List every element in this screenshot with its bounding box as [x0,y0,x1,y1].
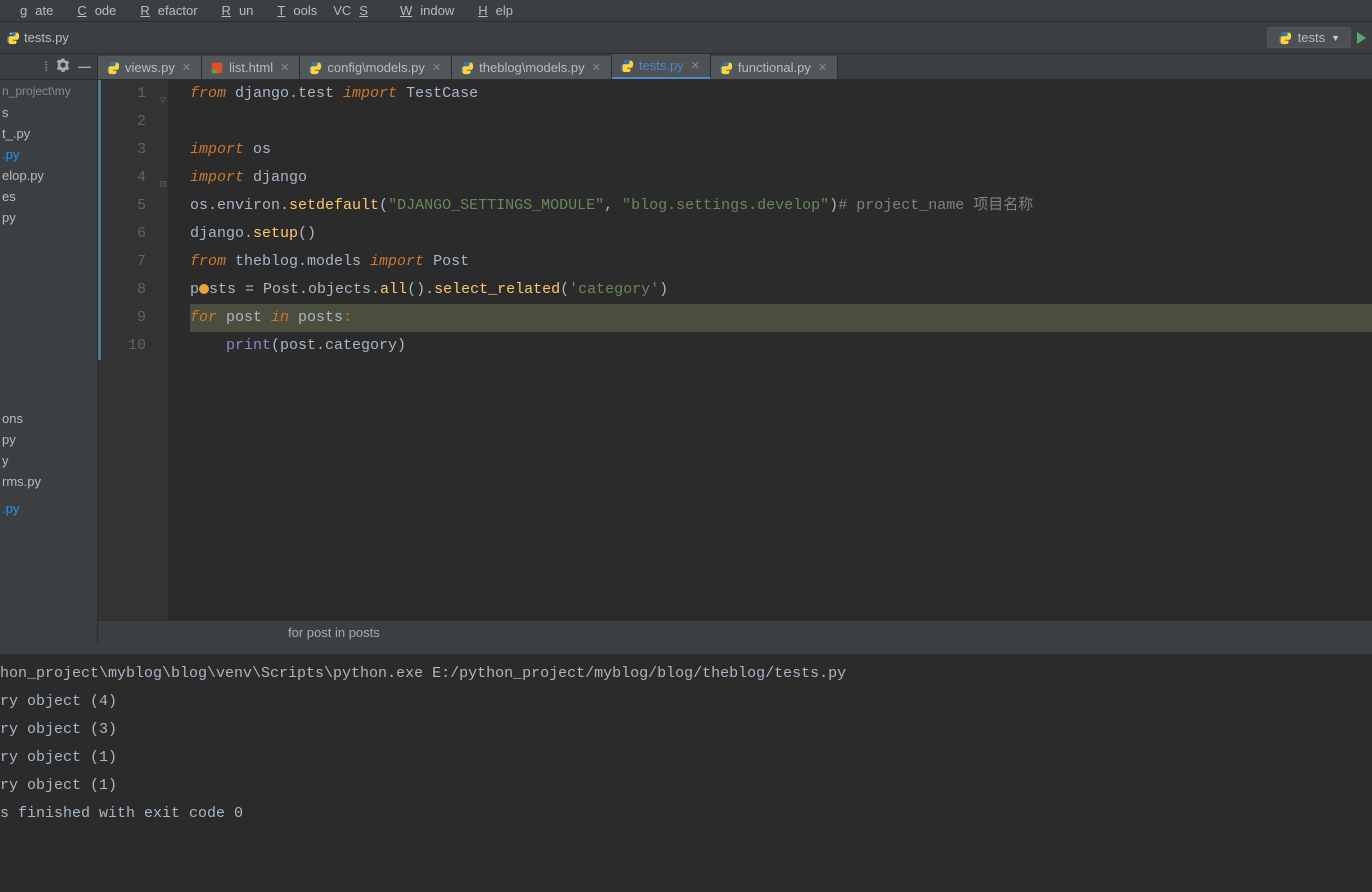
python-file-icon [308,61,322,75]
tab-tests-py[interactable]: tests.py ✕ [612,54,711,79]
code-line[interactable]: from django.test import TestCase [190,80,1372,108]
sidebar-item[interactable]: rms.py [0,471,97,492]
code-line[interactable] [190,108,1372,136]
collapse-icon[interactable]: — [78,59,91,74]
console-line: s finished with exit code 0 [0,800,1372,828]
console-line: ry object (3) [0,716,1372,744]
tab-views-py[interactable]: views.py ✕ [98,56,202,79]
menu-code[interactable]: Code [61,1,124,20]
run-button[interactable] [1357,32,1366,44]
tab-label: functional.py [738,60,811,75]
python-file-icon [620,59,634,73]
tab-label: tests.py [639,58,684,73]
tab-label: list.html [229,60,273,75]
console-line: ry object (1) [0,772,1372,800]
menu-gate[interactable]: gate [4,1,61,20]
sidebar-item[interactable]: ons [0,408,97,429]
code-line[interactable]: django.setup() [190,220,1372,248]
code-line[interactable]: import os [190,136,1372,164]
gutter: 1 ▽ 234 ⊟ 5678910 [98,80,168,620]
python-file-icon [719,61,733,75]
nav-file-name: tests.py [24,30,69,45]
line-number: 4 [98,164,146,192]
code-line[interactable]: for post in posts: [190,304,1372,332]
tab-label: views.py [125,60,175,75]
tab-functional-py[interactable]: functional.py ✕ [711,56,838,79]
line-number: 8 [98,276,146,304]
close-icon[interactable]: ✕ [180,61,193,74]
menu-tools[interactable]: Tools [261,1,325,20]
code-line[interactable]: from theblog.models import Post [190,248,1372,276]
run-config-dropdown[interactable]: tests ▼ [1267,27,1351,48]
python-file-icon [106,61,120,75]
line-number: 10 [98,332,146,360]
python-icon [1278,31,1292,45]
tab-list-html[interactable]: list.html ✕ [202,56,300,79]
code-line[interactable]: import django [190,164,1372,192]
menu-run[interactable]: Run [206,1,262,20]
sidebar-item[interactable]: py [0,429,97,450]
close-icon[interactable]: ✕ [590,61,603,74]
line-number: 5 [98,192,146,220]
fold-icon[interactable]: ▽ [160,88,166,116]
line-number: 3 [98,136,146,164]
sidebar-item[interactable]: elop.py [0,165,97,186]
code-content[interactable]: from django.test import TestCase import o… [168,80,1372,620]
console-line: ry object (4) [0,688,1372,716]
sidebar-item[interactable]: py [0,207,97,228]
line-number: 6 [98,220,146,248]
sidebar-item[interactable]: y [0,450,97,471]
sidebar-item[interactable]: .py [0,498,97,519]
run-config-label: tests [1298,30,1325,45]
line-number: 1 [98,80,146,108]
sidebar-item[interactable]: t_.py [0,123,97,144]
code-line[interactable]: psts = Post.objects.all().select_related… [190,276,1372,304]
chevron-down-icon: ▼ [1331,33,1340,43]
python-file-icon [6,31,20,45]
tab-label: config\models.py [327,60,425,75]
close-icon[interactable]: ✕ [278,61,291,74]
menu-bar: gateCodeRefactorRunToolsVCSWindowHelp [0,0,1372,22]
gear-icon[interactable] [56,58,70,75]
menu-refactor[interactable]: Refactor [124,1,205,20]
close-icon[interactable]: ✕ [816,61,829,74]
close-icon[interactable]: ✕ [689,59,702,72]
project-sidebar: ⁞ — n_project\my st_.py.pyelop.pyespy on… [0,54,98,644]
line-number: 7 [98,248,146,276]
nav-bar: tests.py tests ▼ [0,22,1372,54]
line-number: 9 [98,304,146,332]
code-editor[interactable]: 1 ▽ 234 ⊟ 5678910 from django.test import Te… [98,80,1372,620]
menu-vcs[interactable]: VCS [325,1,384,20]
code-line[interactable]: print(post.category) [190,332,1372,360]
html-file-icon [210,61,224,75]
dots-icon[interactable]: ⁞ [44,59,48,74]
main-area: ⁞ — n_project\my st_.py.pyelop.pyespy on… [0,54,1372,644]
line-number: 2 [98,108,146,136]
tab-bar: views.py✕list.html✕config\models.py✕theb… [98,54,1372,80]
sidebar-toolbar: ⁞ — [0,54,97,80]
warning-icon[interactable] [199,284,209,294]
tab-label: theblog\models.py [479,60,585,75]
code-line[interactable]: os.environ.setdefault("DJANGO_SETTINGS_M… [190,192,1372,220]
sidebar-item[interactable]: es [0,186,97,207]
fold-icon[interactable]: ⊟ [160,172,166,200]
sidebar-item[interactable]: .py [0,144,97,165]
breadcrumb-text: for post in posts [288,625,380,640]
tab-theblog-models-py[interactable]: theblog\models.py ✕ [452,56,612,79]
menu-window[interactable]: Window [384,1,462,20]
code-breadcrumb[interactable]: for post in posts [98,620,1372,644]
editor-area: views.py✕list.html✕config\models.py✕theb… [98,54,1372,644]
menu-help[interactable]: Help [462,1,521,20]
python-file-icon [460,61,474,75]
tab-config-models-py[interactable]: config\models.py ✕ [300,56,452,79]
console-line: ry object (1) [0,744,1372,772]
sidebar-item[interactable]: s [0,102,97,123]
console-line: hon_project\myblog\blog\venv\Scripts\pyt… [0,660,1372,688]
close-icon[interactable]: ✕ [430,61,443,74]
sidebar-path: n_project\my [0,80,97,102]
run-console[interactable]: hon_project\myblog\blog\venv\Scripts\pyt… [0,644,1372,892]
